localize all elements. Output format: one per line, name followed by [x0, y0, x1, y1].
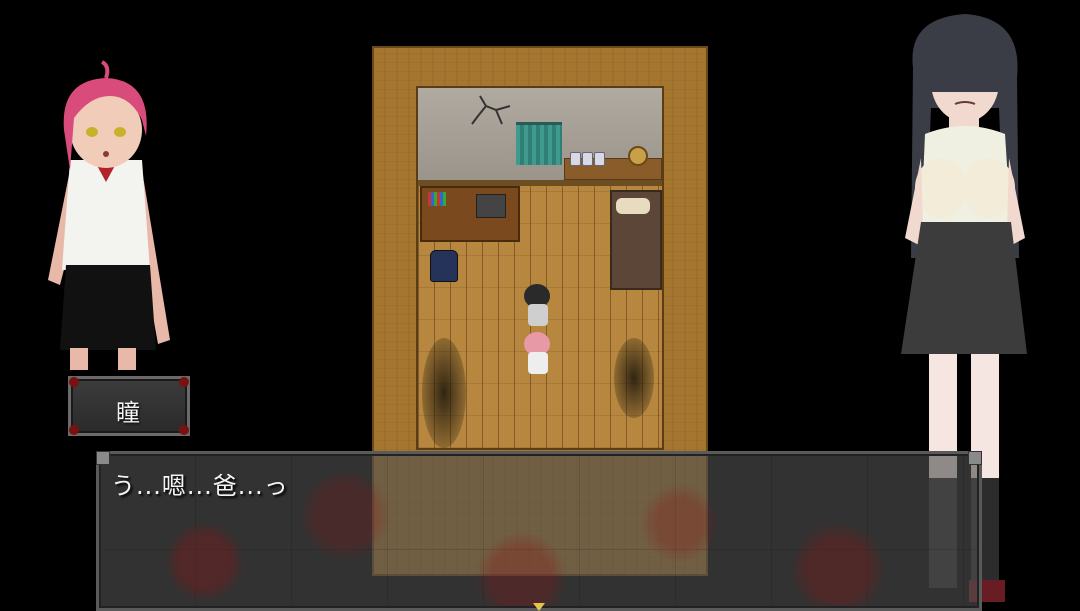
wall-crack — [471, 95, 511, 125]
window-corner — [968, 451, 982, 465]
jar — [570, 152, 581, 166]
floor-stain — [614, 338, 654, 418]
window-curtain — [516, 122, 562, 165]
pillow — [616, 198, 650, 214]
books — [428, 192, 446, 206]
room-wall — [418, 88, 662, 186]
room-map — [418, 88, 662, 448]
message-text: う...嗯...爸...っ — [111, 472, 289, 500]
desk-chair — [430, 250, 458, 282]
floor-stain — [422, 338, 466, 448]
laptop — [476, 194, 506, 218]
blood-splatter — [179, 377, 189, 387]
triangle-down-icon[interactable] — [533, 603, 545, 611]
hitomi-portrait — [48, 60, 170, 370]
table-clock — [628, 146, 648, 166]
speaker-name: 瞳 — [116, 399, 142, 427]
speaker-name-box: 瞳 — [68, 376, 190, 436]
message-window[interactable]: う...嗯...爸...っ — [96, 451, 982, 611]
blood-splatter — [69, 377, 79, 387]
jar — [594, 152, 605, 166]
window-corner — [96, 451, 110, 465]
jar — [582, 152, 593, 166]
hitomi-sprite-body — [528, 352, 548, 374]
game-scene: 瞳 う...嗯...爸...っ — [0, 0, 1080, 611]
father-sprite-body — [528, 304, 548, 326]
